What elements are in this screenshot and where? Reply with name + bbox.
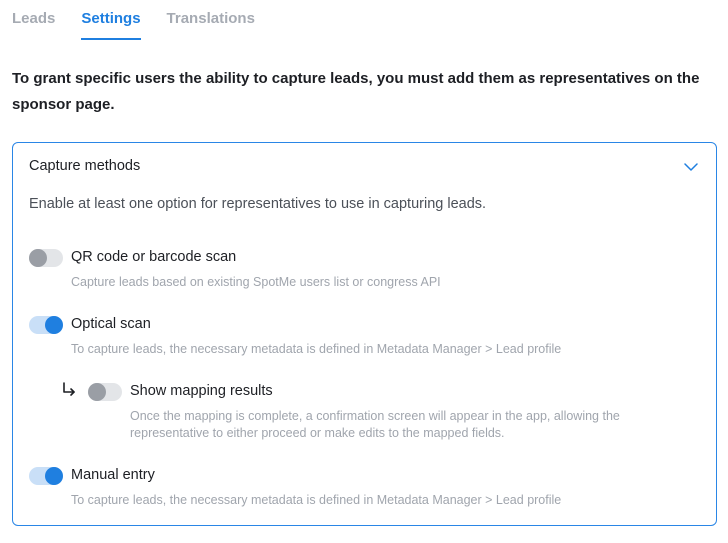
tab-leads[interactable]: Leads [12,0,55,42]
chevron-down-icon[interactable] [684,162,698,172]
show-mapping-label: Show mapping results [130,383,273,399]
toggle-knob [29,249,47,267]
intro-text: To grant specific users the ability to c… [12,70,700,113]
panel-title: Capture methods [29,158,141,174]
optical-scan-label: Optical scan [71,316,151,332]
qr-scan-toggle[interactable] [29,249,63,267]
show-mapping-help: Once the mapping is complete, a confirma… [130,409,620,440]
manual-entry-toggle[interactable] [29,467,63,485]
tab-translations[interactable]: Translations [167,0,255,42]
capture-methods-panel: Capture methods Enable at least one opti… [12,142,717,526]
toggle-knob [45,467,63,485]
manual-entry-label: Manual entry [71,467,155,483]
qr-scan-help: Capture leads based on existing SpotMe u… [71,275,441,289]
optical-scan-toggle[interactable] [29,316,63,334]
qr-scan-label: QR code or barcode scan [71,249,237,265]
optical-scan-help: To capture leads, the necessary metadata… [71,342,562,356]
sub-option-arrow-icon [63,382,75,396]
manual-entry-help: To capture leads, the necessary metadata… [71,493,562,507]
toggle-knob [88,383,106,401]
panel-description: Enable at least one option for represent… [29,196,487,212]
tab-bar: Leads Settings Translations [12,0,255,42]
show-mapping-toggle[interactable] [88,383,122,401]
toggle-knob [45,316,63,334]
tab-settings[interactable]: Settings [81,0,141,42]
